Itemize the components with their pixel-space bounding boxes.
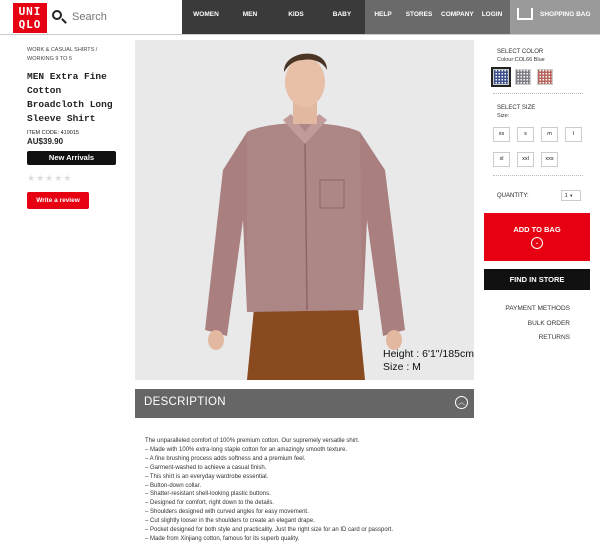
info-links: PAYMENT METHODS BULK ORDER RETURNS — [484, 302, 590, 346]
uniqlo-logo[interactable]: UNI QLO — [13, 3, 47, 33]
size-label: Size: — [497, 113, 510, 119]
model-illustration — [205, 53, 405, 380]
new-arrivals-badge[interactable]: New Arrivals — [27, 151, 116, 165]
description-line: – Made from Xinjiang cotton, famous for … — [145, 535, 300, 542]
logo-text-top: UNI — [18, 5, 42, 18]
item-code: ITEM CODE: 419015 — [27, 130, 79, 136]
nav-login[interactable]: LOGIN — [479, 0, 505, 34]
product-title: MEN Extra Fine Cotton Broadcloth Long Sl… — [27, 71, 113, 124]
purchase-panel: SELECT COLOR Colour:COL66 Blue SELECT SI… — [484, 40, 590, 346]
description-line: – Shoulders designed with curved angles … — [145, 509, 309, 516]
description-accordion[interactable]: DESCRIPTION ︿ — [135, 389, 474, 418]
swatch-grey[interactable] — [515, 69, 531, 85]
product-price: AU$39.90 — [27, 137, 64, 146]
header-divider — [0, 34, 600, 35]
quantity-value: 1 — [564, 193, 568, 199]
size-m-button[interactable]: m — [541, 127, 558, 142]
select-size-title: SELECT SIZE — [497, 105, 536, 111]
size-xl-button[interactable]: xl — [493, 152, 510, 167]
select-color-title: SELECT COLOR — [497, 49, 544, 55]
size-options: xs s m l xl xxl xxs — [493, 127, 590, 167]
rating-stars: ★★★★★ — [27, 173, 73, 183]
find-in-store-button[interactable]: FIND IN STORE — [484, 269, 590, 290]
description-line: – This shirt is an everyday wardrobe ess… — [145, 473, 269, 480]
description-line: The unparalleled comfort of 100% premium… — [145, 438, 360, 444]
nav-women[interactable]: WOMEN — [186, 0, 226, 34]
nav-kids[interactable]: KIDS — [278, 0, 314, 34]
description-heading: DESCRIPTION — [144, 396, 226, 408]
nav-baby[interactable]: BABY — [324, 0, 360, 34]
nav-stores[interactable]: STORES — [405, 0, 433, 34]
nav-help[interactable]: HELP — [369, 0, 397, 34]
add-to-bag-button[interactable]: ADD TO BAG ⌄ — [484, 213, 590, 261]
size-xxs-button[interactable]: xxs — [541, 152, 558, 167]
bulk-order-link[interactable]: BULK ORDER — [484, 317, 570, 332]
nav-company[interactable]: COMPANY — [441, 0, 474, 34]
description-line: – Button-down collar. — [145, 482, 202, 489]
model-size: Size : M — [383, 361, 421, 373]
cart-icon — [517, 8, 533, 20]
quantity-label: QUANTITY: — [497, 192, 529, 199]
nav-men[interactable]: MEN — [232, 0, 268, 34]
selected-color: Colour:COL66 Blue — [497, 57, 545, 63]
returns-link[interactable]: RETURNS — [484, 331, 570, 346]
description-line: – Shatter-resistant shell-looking plasti… — [145, 491, 271, 498]
swatch-red[interactable] — [537, 69, 553, 85]
shopping-bag-button[interactable]: SHOPPING BAG — [510, 0, 600, 34]
size-divider — [493, 175, 583, 176]
size-l-button[interactable]: l — [565, 127, 582, 142]
breadcrumb-category[interactable]: WORK & CASUAL SHIRTS / — [27, 46, 122, 55]
description-line: – Pocket designed for both style and pra… — [145, 527, 394, 534]
payment-methods-link[interactable]: PAYMENT METHODS — [484, 302, 570, 317]
quantity-select[interactable]: 1 ▼ — [560, 190, 581, 201]
chevron-down-circle-icon: ⌄ — [531, 237, 543, 249]
breadcrumb: WORK & CASUAL SHIRTS / WORKING 9 TO 5 — [27, 46, 122, 64]
description-line: – Cut slightly looser in the shoulders t… — [145, 518, 315, 525]
description-line: – Designed for comfort, right down to th… — [145, 500, 275, 507]
chevron-up-icon[interactable]: ︿ — [455, 396, 468, 409]
product-info: WORK & CASUAL SHIRTS / WORKING 9 TO 5 ME… — [27, 46, 122, 209]
description-line: – A fine brushing process adds softness … — [145, 455, 306, 462]
size-s-button[interactable]: s — [517, 127, 534, 142]
top-header: UNI QLO WOMEN MEN KIDS BABY HELP STORES … — [0, 0, 600, 34]
write-review-button[interactable]: Write a review — [27, 192, 89, 209]
model-height: Height : 6'1"/185cm — [383, 348, 474, 360]
description-line: – Made with 100% extra-long staple cotto… — [145, 446, 348, 453]
model-caption: Height : 6'1"/185cm Size : M — [383, 348, 474, 374]
description-line: – Garment-washed to achieve a casual fin… — [145, 464, 267, 471]
search-box[interactable] — [51, 6, 180, 28]
search-icon[interactable] — [51, 9, 67, 25]
swatch-blue[interactable] — [491, 67, 511, 87]
color-divider — [493, 93, 583, 94]
add-to-bag-label: ADD TO BAG — [513, 225, 561, 234]
search-input[interactable] — [72, 11, 172, 23]
description-body: The unparalleled comfort of 100% premium… — [145, 437, 475, 544]
secondary-nav: HELP STORES COMPANY LOGIN — [365, 0, 510, 34]
chevron-down-icon: ▼ — [569, 193, 574, 198]
main-nav: WOMEN MEN KIDS BABY — [182, 0, 365, 34]
product-image[interactable]: Height : 6'1"/185cm Size : M — [135, 40, 474, 380]
logo-text-bottom: QLO — [18, 18, 42, 31]
breadcrumb-subcategory[interactable]: WORKING 9 TO 5 — [27, 55, 122, 64]
size-xxl-button[interactable]: xxl — [517, 152, 534, 167]
shopping-bag-label: SHOPPING BAG — [540, 11, 591, 18]
quantity-row: QUANTITY: 1 ▼ — [497, 190, 590, 201]
color-swatches — [491, 67, 590, 87]
size-xs-button[interactable]: xs — [493, 127, 510, 142]
